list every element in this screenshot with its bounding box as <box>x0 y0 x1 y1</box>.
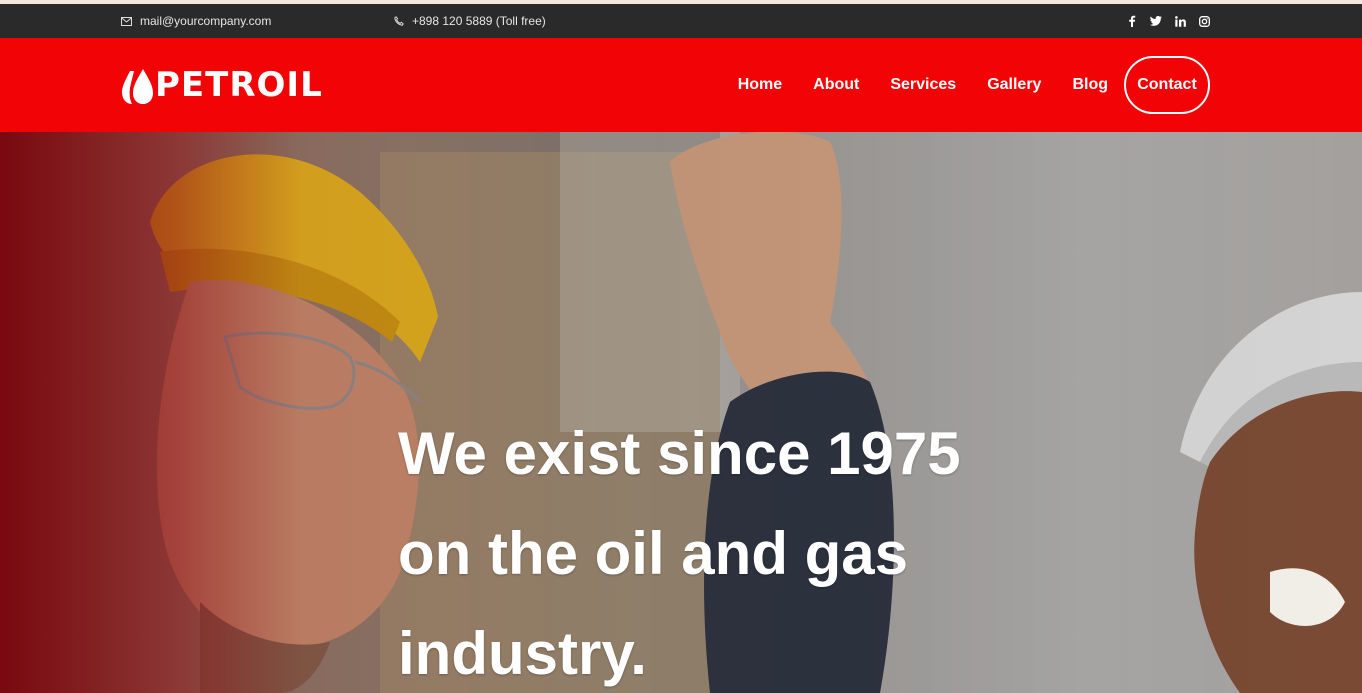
contact-button[interactable]: Contact <box>1124 56 1210 114</box>
nav-home[interactable]: Home <box>738 76 782 94</box>
nav-gallery[interactable]: Gallery <box>987 76 1041 94</box>
hero-title-line-3: industry. <box>398 620 647 687</box>
linkedin-icon[interactable] <box>1174 15 1186 27</box>
main-nav: Home About Services Gallery Blog Contact <box>738 38 1210 132</box>
social-links <box>1126 4 1210 38</box>
twitter-icon[interactable] <box>1150 15 1162 27</box>
hero-title: We exist since 1975 on the oil and gas i… <box>398 404 1038 693</box>
main-header: PETROIL Home About Services Gallery Blog… <box>0 38 1362 132</box>
top-phone[interactable]: +898 120 5889 (Toll free) <box>394 4 546 38</box>
top-email[interactable]: mail@yourcompany.com <box>121 4 271 38</box>
page: mail@yourcompany.com +898 120 5889 (Toll… <box>0 0 1362 693</box>
instagram-icon[interactable] <box>1198 15 1210 27</box>
logo-text: PETROIL <box>155 65 323 105</box>
nav-blog[interactable]: Blog <box>1072 76 1108 94</box>
phone-icon <box>394 16 404 26</box>
nav-about[interactable]: About <box>813 76 859 94</box>
nav-services[interactable]: Services <box>890 76 956 94</box>
hero-title-line-1: We exist since 1975 <box>398 420 961 487</box>
facebook-icon[interactable] <box>1126 15 1138 27</box>
top-bar: mail@yourcompany.com +898 120 5889 (Toll… <box>0 4 1362 38</box>
email-text: mail@yourcompany.com <box>140 14 272 28</box>
mail-icon <box>121 16 132 26</box>
hero-banner: We exist since 1975 on the oil and gas i… <box>0 132 1362 693</box>
phone-text: +898 120 5889 (Toll free) <box>412 14 546 28</box>
oil-drop-icon <box>122 69 153 104</box>
logo[interactable]: PETROIL <box>121 64 323 106</box>
hero-title-line-2: on the oil and gas <box>398 520 909 587</box>
